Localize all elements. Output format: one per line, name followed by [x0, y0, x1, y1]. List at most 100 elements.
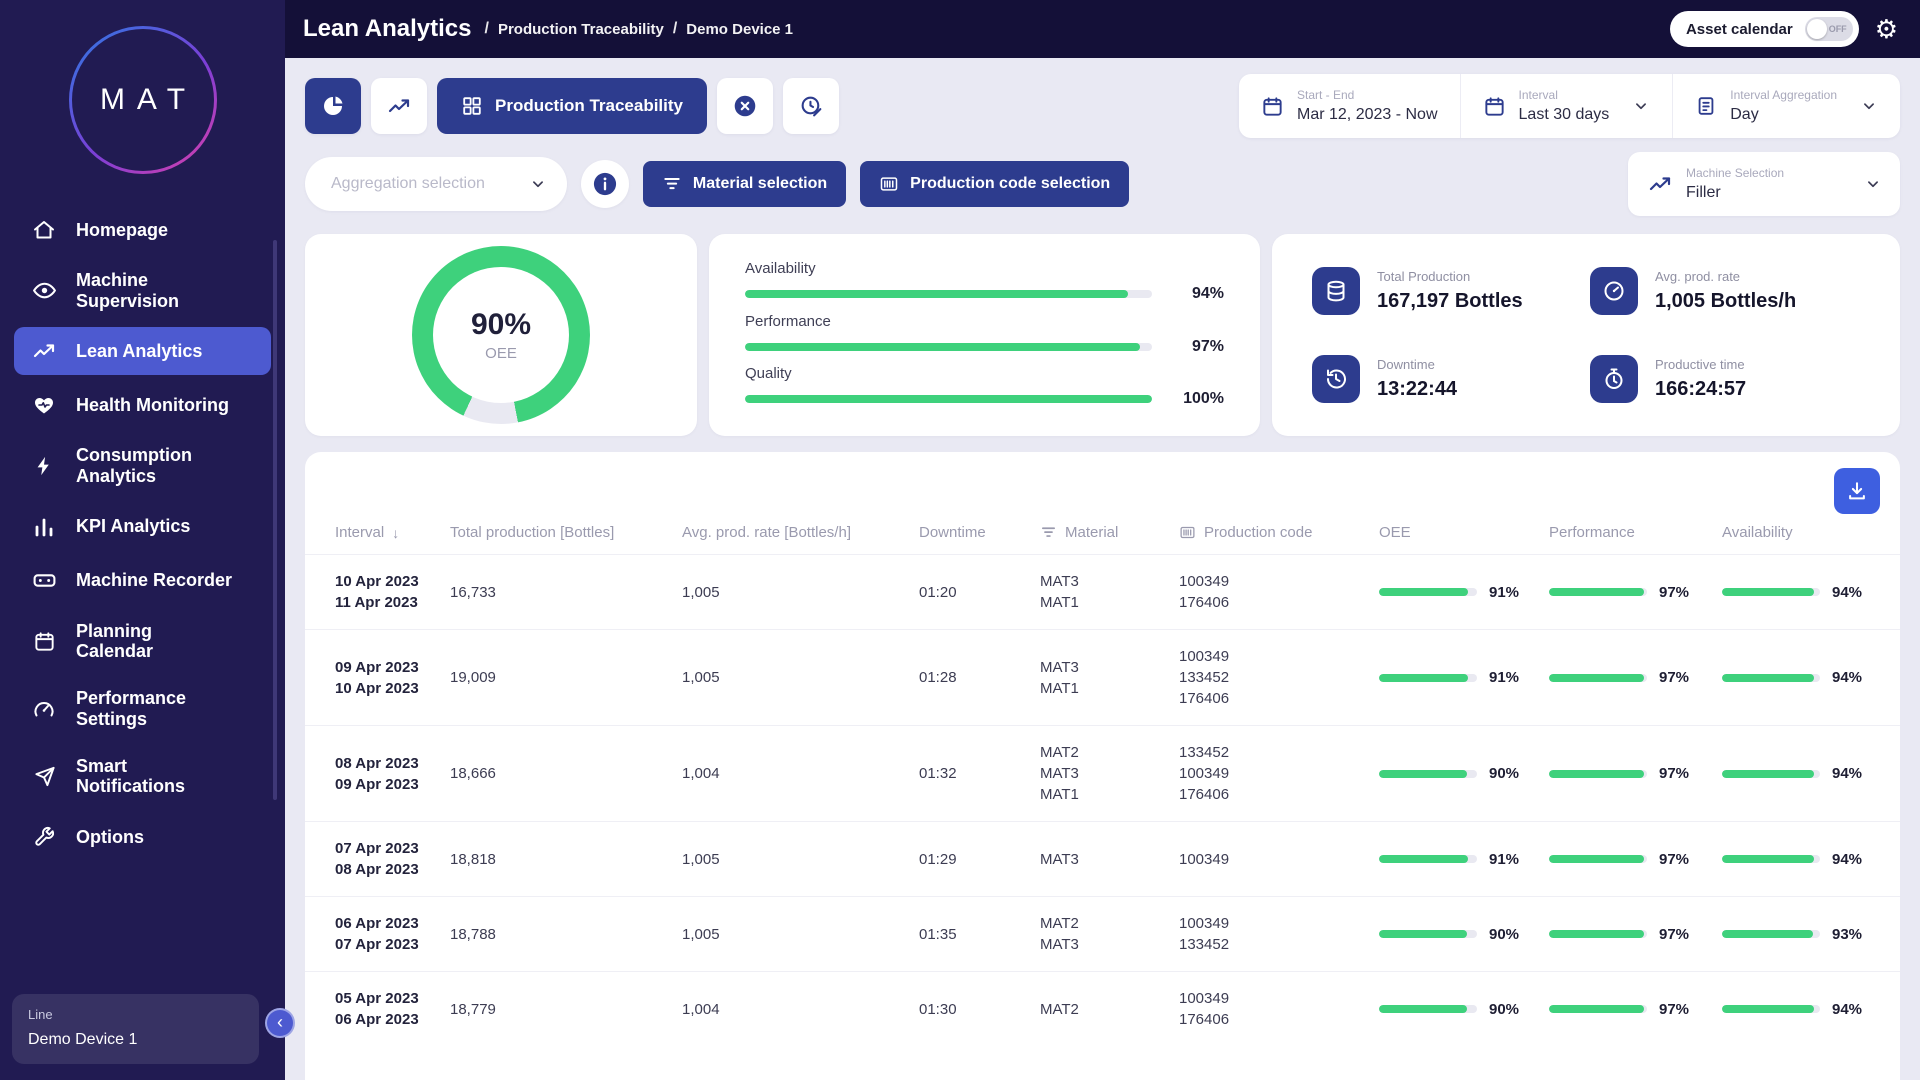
date-range-picker[interactable]: Start - End Mar 12, 2023 - Now [1239, 74, 1460, 138]
availability-value: 94% [1172, 285, 1224, 303]
material-selection-button[interactable]: Material selection [643, 161, 846, 207]
sidebar-item-health-monitoring[interactable]: Health Monitoring [14, 381, 271, 429]
availability-bar-fill [1722, 770, 1814, 778]
material-cell: MAT2 MAT3 MAT1 [1040, 742, 1179, 805]
circle-x-icon [732, 93, 758, 119]
stopwatch-icon [1590, 355, 1638, 403]
sidebar-item-options[interactable]: Options [14, 813, 271, 861]
machine-settings-view-button[interactable] [783, 78, 839, 134]
logo-text: MAT [72, 29, 214, 171]
availability-cell: 94% [1722, 1001, 1888, 1018]
oee-gauge: 90% OEE [412, 246, 590, 424]
pie-chart-view-button[interactable] [305, 78, 361, 134]
sidebar-item-label: Lean Analytics [76, 341, 202, 362]
column-production-code[interactable]: Production code [1179, 524, 1379, 541]
sidebar-item-lean-analytics[interactable]: Lean Analytics [14, 327, 271, 375]
gear-icon[interactable]: ⚙ [1875, 14, 1898, 45]
column-availability[interactable]: Availability [1722, 524, 1888, 541]
asset-calendar-toggle[interactable]: OFF [1805, 17, 1853, 41]
machine-selection-dropdown[interactable]: Machine Selection Filler [1628, 152, 1900, 216]
sidebar-item-homepage[interactable]: Homepage [14, 206, 271, 254]
interval-cell: 10 Apr 2023 11 Apr 2023 [335, 571, 450, 613]
interval-aggregation-label: Interval Aggregation [1730, 88, 1837, 102]
total-cell: 18,779 [450, 1001, 682, 1018]
asset-calendar-pill[interactable]: Asset calendar OFF [1670, 11, 1859, 47]
material-icon [1040, 524, 1057, 541]
oee-bar-fill [1379, 674, 1468, 682]
download-button[interactable] [1834, 468, 1880, 514]
material-selection-label: Material selection [693, 175, 827, 193]
info-button[interactable] [581, 160, 629, 208]
performance-bar-fill [1549, 674, 1644, 682]
performance-cell: 97% [1549, 926, 1722, 943]
interval-text: Interval Last 30 days [1519, 88, 1610, 124]
material-cell: MAT3 MAT1 [1040, 571, 1179, 613]
line-chart-view-button[interactable] [371, 78, 427, 134]
downtime-cell: 01:28 [919, 669, 1040, 686]
barcode-icon [1179, 524, 1196, 541]
trend-icon [1648, 172, 1672, 196]
performance-cell: 97% [1549, 765, 1722, 782]
production-code-cell: 100349 133452 176406 [1179, 646, 1379, 709]
breadcrumb-item[interactable]: Demo Device 1 [686, 21, 793, 38]
rate-cell: 1,005 [682, 584, 919, 601]
oee-cell: 90% [1379, 1001, 1549, 1018]
column-interval[interactable]: Interval↓ [335, 524, 450, 541]
downtime-cell: 01:35 [919, 926, 1040, 943]
recorder-icon [30, 567, 58, 595]
sidebar-item-machine-supervision[interactable]: Machine Supervision [14, 260, 271, 321]
oee-cell: 91% [1379, 669, 1549, 686]
heart-icon [30, 391, 58, 419]
availability-bar-fill [1722, 588, 1814, 596]
line-selector-card[interactable]: Line Demo Device 1 [12, 994, 259, 1064]
sidebar: MAT Homepage Machine Supervision Lean An… [0, 0, 285, 1080]
aggregation-selection-placeholder: Aggregation selection [331, 175, 485, 193]
sidebar-item-label: Homepage [76, 220, 168, 241]
send-icon [30, 762, 58, 790]
interval-select[interactable]: Interval Last 30 days [1460, 74, 1673, 138]
table-row: 09 Apr 2023 10 Apr 2023 19,009 1,005 01:… [305, 629, 1900, 725]
availability-cell: 94% [1722, 851, 1888, 868]
production-code-cell: 100349 176406 [1179, 988, 1379, 1030]
sidebar-item-machine-recorder[interactable]: Machine Recorder [14, 557, 271, 605]
top-bar: Lean Analytics / Production Traceability… [285, 0, 1920, 58]
breadcrumb-separator: / [673, 20, 677, 38]
column-performance[interactable]: Performance [1549, 524, 1722, 541]
stops-view-button[interactable] [717, 78, 773, 134]
sidebar-scrollbar[interactable] [273, 240, 277, 800]
sidebar-item-planning-calendar[interactable]: Planning Calendar [14, 611, 271, 672]
production-code-selection-button[interactable]: Production code selection [860, 161, 1129, 207]
avg-prod-rate-label: Avg. prod. rate [1655, 269, 1796, 284]
downtime-cell: 01:20 [919, 584, 1040, 601]
column-oee[interactable]: OEE [1379, 524, 1549, 541]
column-total-production[interactable]: Total production [Bottles] [450, 524, 682, 541]
breadcrumb: Lean Analytics / Production Traceability… [303, 15, 793, 43]
aggregation-selection-dropdown[interactable]: Aggregation selection [305, 157, 567, 211]
interval-aggregation-select[interactable]: Interval Aggregation Day [1672, 74, 1900, 138]
chevron-down-icon [529, 175, 547, 193]
production-traceability-button[interactable]: Production Traceability [437, 78, 707, 134]
sidebar-item-performance-settings[interactable]: Performance Settings [14, 678, 271, 739]
trend-icon [30, 337, 58, 365]
sidebar-item-smart-notifications[interactable]: Smart Notifications [14, 746, 271, 807]
sidebar-item-consumption-analytics[interactable]: Consumption Analytics [14, 435, 271, 496]
column-material[interactable]: Material [1040, 524, 1179, 541]
breadcrumb-item[interactable]: Production Traceability [498, 21, 664, 38]
logo: MAT [0, 0, 285, 182]
column-avg-prod-rate[interactable]: Avg. prod. rate [Bottles/h] [682, 524, 919, 541]
sidebar-collapse-button[interactable]: ‹ [265, 1008, 295, 1038]
sidebar-item-label: Consumption Analytics [76, 445, 192, 486]
oee-value: 90% [471, 308, 531, 342]
sidebar-item-label: Health Monitoring [76, 395, 229, 416]
column-downtime[interactable]: Downtime [919, 524, 1040, 541]
logo-ring: MAT [69, 26, 217, 174]
interval-cell: 07 Apr 2023 08 Apr 2023 [335, 838, 450, 880]
sidebar-item-kpi-analytics[interactable]: KPI Analytics [14, 503, 271, 551]
interval-cell: 06 Apr 2023 07 Apr 2023 [335, 913, 450, 955]
chevron-down-icon [1860, 97, 1878, 115]
sort-desc-icon[interactable]: ↓ [392, 525, 399, 541]
home-icon [30, 216, 58, 244]
wrench-icon [30, 823, 58, 851]
line-value: Demo Device 1 [28, 1031, 243, 1049]
avg-prod-rate-value: 1,005 Bottles/h [1655, 290, 1796, 313]
